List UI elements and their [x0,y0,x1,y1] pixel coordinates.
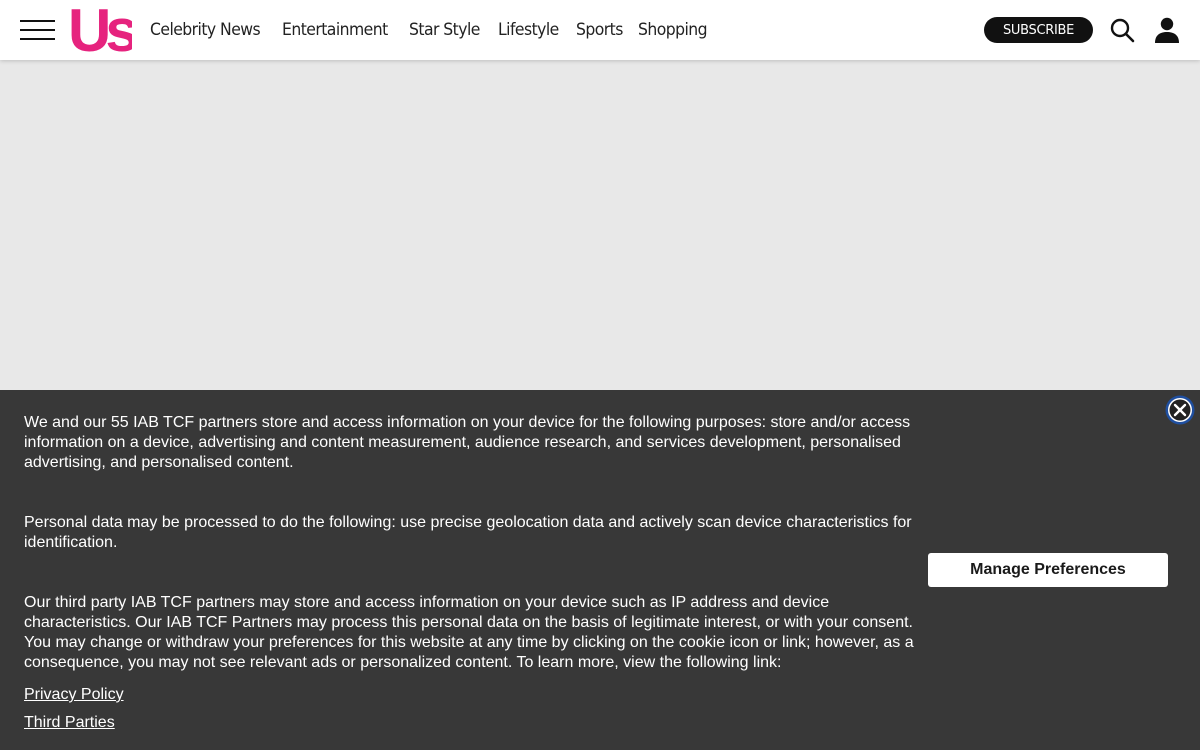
nav-sports[interactable]: Sports [576,20,623,40]
consent-links: Privacy Policy Third Parties [24,681,924,737]
nav-lifestyle[interactable]: Lifestyle [498,20,559,40]
logo-text: Us [68,4,132,56]
nav-entertainment[interactable]: Entertainment [282,20,388,40]
nav-star-style[interactable]: Star Style [409,20,480,40]
main-nav: Celebrity News Entertainment Star Style … [150,0,726,60]
us-logo[interactable]: Us [68,4,132,56]
content-placeholder [0,60,1200,390]
close-icon[interactable] [1164,394,1196,426]
site-header: Us Celebrity News Entertainment Star Sty… [0,0,1200,60]
consent-paragraph-partners: Our third party IAB TCF partners may sto… [24,594,914,671]
subscribe-button[interactable]: SUBSCRIBE [984,17,1093,43]
consent-paragraph-purposes: We and our 55 IAB TCF partners store and… [24,414,911,471]
nav-shopping[interactable]: Shopping [638,20,708,40]
third-parties-link[interactable]: Third Parties [24,709,115,737]
search-icon[interactable] [1109,17,1135,43]
privacy-policy-link[interactable]: Privacy Policy [24,681,124,709]
nav-celebrity-news[interactable]: Celebrity News [150,20,261,40]
consent-text: We and our 55 IAB TCF partners store and… [24,413,924,737]
manage-preferences-button[interactable]: Manage Preferences [928,553,1168,587]
cookie-consent-banner: We and our 55 IAB TCF partners store and… [0,390,1200,750]
hamburger-menu-icon[interactable] [20,19,55,41]
consent-paragraph-processing: Personal data may be processed to do the… [24,514,912,551]
user-icon[interactable] [1153,16,1181,44]
